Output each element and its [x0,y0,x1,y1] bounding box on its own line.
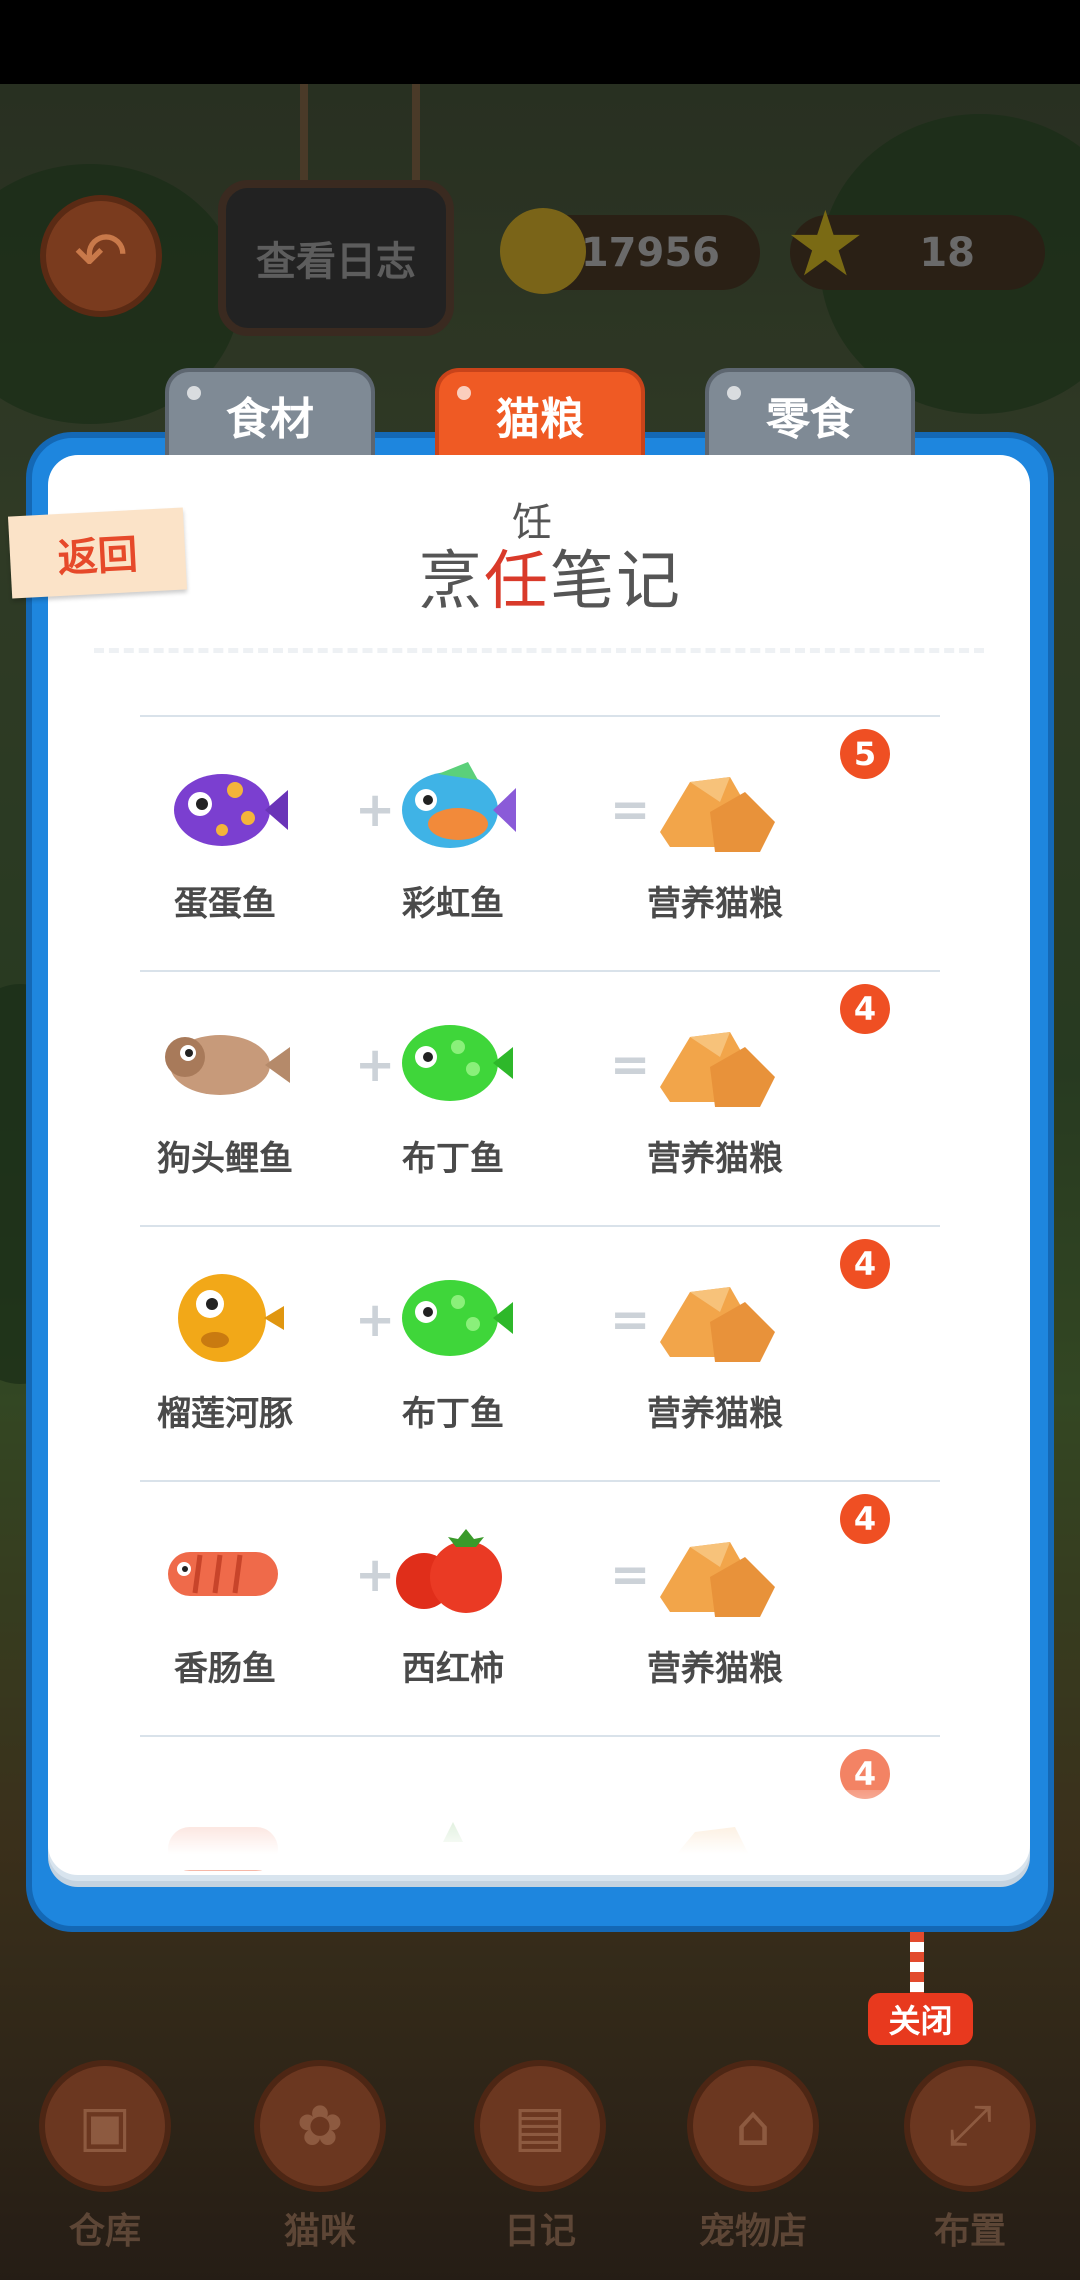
count-badge: 4 [840,984,890,1034]
undo-arrow-icon: ↶ [74,219,128,293]
coin-count: 17956 [580,229,720,276]
recipe-row: 香肠鱼 + 西红柿 = 营养猫粮 4 [140,1480,940,1737]
bottom-nav: ▣ 仓库 ✿ 猫咪 ▤ 日记 ⌂ 宠物店 ⤢ 布置 [0,2060,1080,2280]
close-button[interactable]: 关闭 [868,1993,973,2045]
ingredient-b[interactable]: 西红柿 [368,1517,538,1690]
divider [94,648,984,653]
nav-decorate[interactable]: ⤢ 布置 [885,2060,1055,2254]
star-count: 18 [919,229,975,276]
close-pole [910,1932,924,1997]
hud-back-button[interactable]: ↶ [40,195,162,317]
nav-pet-shop[interactable]: ⌂ 宠物店 [668,2060,838,2254]
paw-icon: ✿ [254,2060,386,2192]
page-title: 烹任笔记 [418,545,682,619]
ingredient-a[interactable]: 蛋蛋鱼 [140,752,310,925]
recipe-row: 蛋蛋鱼 + 彩虹鱼 = 营养猫粮 5 [140,715,940,972]
count-badge: 5 [840,729,890,779]
scroll-fade [140,1790,940,1870]
result-item[interactable]: 营养猫粮 [630,1517,800,1690]
result-item[interactable]: 营养猫粮 [630,1007,800,1180]
tomato-icon [388,1517,518,1627]
expand-icon: ⤢ [904,2060,1036,2192]
nav-warehouse[interactable]: ▣ 仓库 [20,2060,190,2254]
ingredient-a[interactable]: 香肠鱼 [140,1517,310,1690]
tab-highlight [187,386,201,400]
count-badge: 4 [840,1494,890,1544]
recipe-row: 狗头鲤鱼 + 布丁鱼 = 营养猫粮 4 [140,970,940,1227]
dog-head-carp-icon [160,1007,290,1117]
tab-highlight [727,386,741,400]
ingredient-b[interactable]: 布丁鱼 [368,1262,538,1435]
count-badge: 4 [840,1239,890,1289]
ingredient-a[interactable]: 狗头鲤鱼 [140,1007,310,1180]
shop-icon: ⌂ [687,2060,819,2192]
result-item[interactable]: 营养猫粮 [630,752,800,925]
cat-food-icon [650,752,780,862]
durian-puffer-icon [160,1262,290,1372]
ingredient-b[interactable]: 彩虹鱼 [368,752,538,925]
notebook-icon: ▤ [474,2060,606,2192]
result-item[interactable]: 营养猫粮 [630,1262,800,1435]
ingredient-a[interactable]: 榴莲河豚 [140,1262,310,1435]
sausage-fish-icon [160,1517,290,1627]
sign-rope [412,84,420,184]
recipe-row: 榴莲河豚 + 布丁鱼 = 营养猫粮 4 [140,1225,940,1482]
cat-food-icon [650,1007,780,1117]
nav-cats[interactable]: ✿ 猫咪 [235,2060,405,2254]
ingredient-b[interactable]: 布丁鱼 [368,1007,538,1180]
tab-highlight [457,386,471,400]
egg-fish-icon [160,752,290,862]
status-bar [0,0,1080,84]
pudding-fish-icon [388,1007,518,1117]
cat-food-icon [650,1262,780,1372]
back-button[interactable]: 返回 [7,507,188,599]
sign-rope [300,84,308,184]
coin-add-icon[interactable] [500,208,586,294]
rainbow-fish-icon [388,752,518,862]
star-icon: ★ [785,192,866,297]
box-icon: ▣ [39,2060,171,2192]
pudding-fish-icon [388,1262,518,1372]
tab-ingredients[interactable]: 食材 [165,368,375,468]
tab-cat-food[interactable]: 猫粮 [435,368,645,468]
view-log-button[interactable]: 查看日志 [218,180,454,336]
nav-diary[interactable]: ▤ 日记 [455,2060,625,2254]
tab-snacks[interactable]: 零食 [705,368,915,468]
cat-food-icon [650,1517,780,1627]
